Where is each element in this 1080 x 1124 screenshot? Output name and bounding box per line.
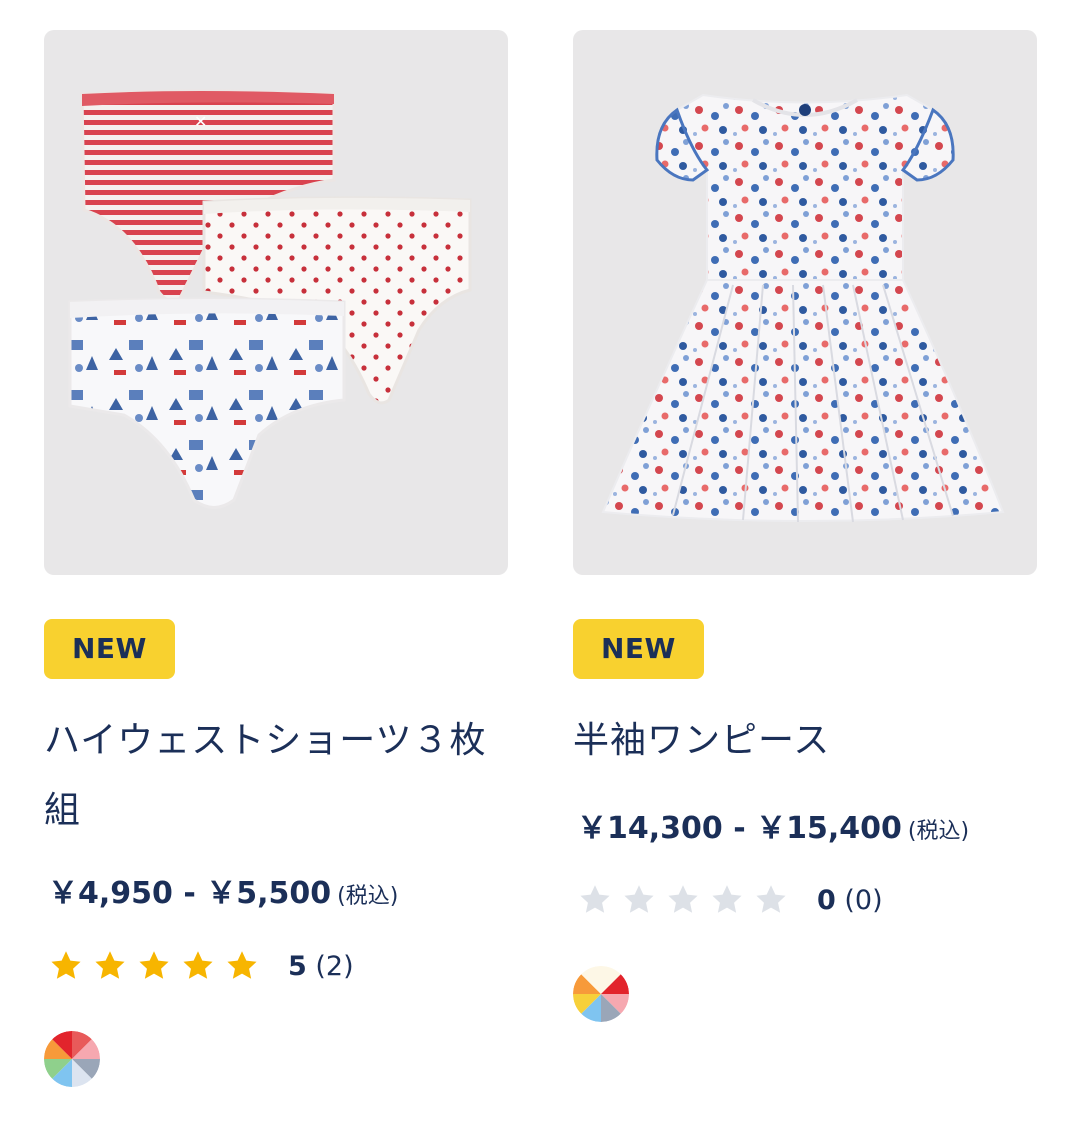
star-filled-icon xyxy=(139,951,169,979)
color-swatch[interactable] xyxy=(573,966,629,1022)
color-palette-icon xyxy=(44,1031,100,1087)
tax-note: (税込) xyxy=(337,884,399,909)
product-title[interactable]: ハイウェストショーツ３枚組 xyxy=(44,706,508,846)
product-image[interactable]: ✕ xyxy=(44,30,508,575)
rating-summary: 5 (2) xyxy=(288,951,354,982)
tax-note: (税込) xyxy=(907,819,970,844)
rating: 5 (2) xyxy=(48,946,354,986)
product-price: ￥14,300 - ￥15,400 (税込) xyxy=(577,803,969,847)
star-rating xyxy=(577,882,789,918)
rating-score: 5 xyxy=(288,950,307,982)
product-title[interactable]: 半袖ワンピース xyxy=(573,706,1037,776)
svg-text:✕: ✕ xyxy=(194,112,207,131)
rating: 0 (0) xyxy=(577,880,883,920)
price-range: ￥4,950 - ￥5,500 xyxy=(48,876,332,911)
price-range: ￥14,300 - ￥15,400 xyxy=(577,811,902,846)
product-grid: ✕ NEW ハイウェストショーツ３枚組 ￥4,950 - ￥5,500 (税込) … xyxy=(0,0,1080,1124)
product-price: ￥4,950 - ￥5,500 (税込) xyxy=(48,868,398,912)
rating-count: (2) xyxy=(315,950,354,982)
star-filled-icon xyxy=(183,951,213,979)
star-filled-icon xyxy=(51,951,81,979)
color-swatch[interactable] xyxy=(44,1031,100,1087)
star-filled-icon xyxy=(95,951,125,979)
star-empty-icon xyxy=(668,885,698,913)
underwear-set-illustration: ✕ xyxy=(68,89,472,509)
star-empty-icon xyxy=(624,885,654,913)
star-empty-icon xyxy=(580,885,610,913)
floral-dress-illustration xyxy=(601,93,1005,523)
star-filled-icon xyxy=(227,951,257,979)
new-badge: NEW xyxy=(573,619,704,679)
product-card[interactable]: NEW 半袖ワンピース ￥14,300 - ￥15,400 (税込) 0 (0) xyxy=(573,30,1037,1022)
color-palette-icon xyxy=(573,966,629,1022)
new-badge: NEW xyxy=(44,619,175,679)
rating-summary: 0 (0) xyxy=(817,885,883,916)
rating-score: 0 xyxy=(817,884,836,916)
star-rating xyxy=(48,948,260,984)
product-image[interactable] xyxy=(573,30,1037,575)
rating-count: (0) xyxy=(844,884,883,916)
star-empty-icon xyxy=(712,885,742,913)
product-card[interactable]: ✕ NEW ハイウェストショーツ３枚組 ￥4,950 - ￥5,500 (税込) … xyxy=(44,30,508,1087)
star-empty-icon xyxy=(756,885,786,913)
